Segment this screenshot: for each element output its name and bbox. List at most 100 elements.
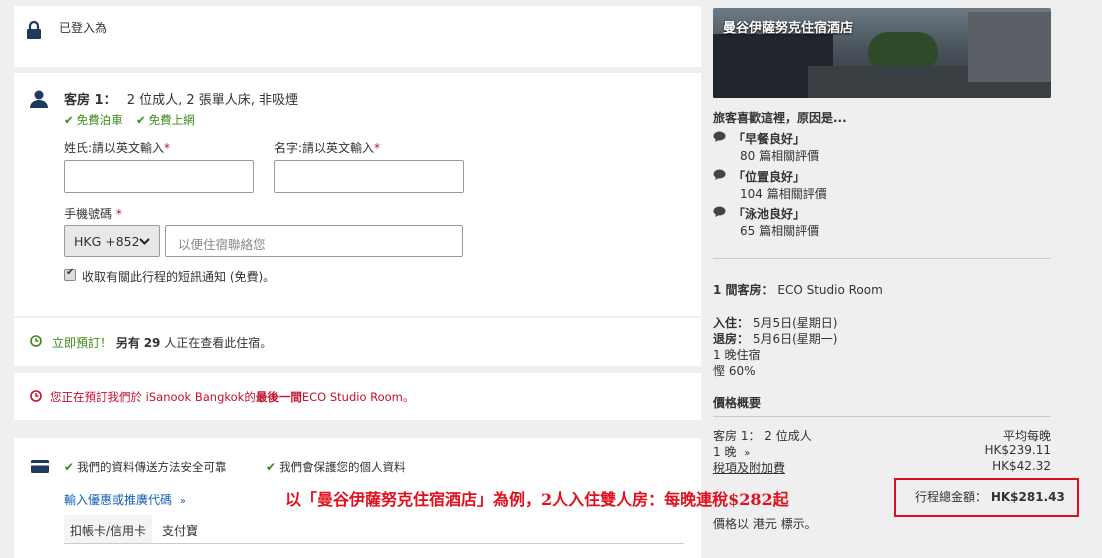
total-label: 行程總金額： [915,490,988,504]
user-icon [30,90,48,111]
phone-placeholder: 以便住宿聯絡您 [178,237,266,252]
room-guests: 客房 1： 2 位成人 [713,429,812,443]
required-mark: * [115,207,122,221]
total-row: 行程總金額： HK$281.43 [915,488,1065,505]
check-icon: ✔ [136,113,146,127]
book-now-label: 立即預訂！ [52,336,113,350]
perk-wifi-label: 免費上網 [148,113,195,127]
first-name-input[interactable] [274,160,464,193]
total-price: HK$281.43 [990,490,1065,504]
warning-text: 您正在預訂我們於 iSanook Bangkok的最後一間ECO Studio … [50,389,414,405]
checkin-row: 入住： 5月5日(星期日) [713,314,837,331]
speech-bubble-icon [713,206,726,221]
nightly-price: HK$239.11 [984,443,1051,457]
clock-icon [30,390,42,405]
country-code-value: HKG +852 [74,234,140,249]
discount-badge: 慳 60% [713,364,756,378]
urgency-card: 立即預訂！ 另有 29 人正在查看此住宿。 [14,318,701,366]
checkout-label: 退房： [713,332,750,346]
first-name-label-text: 名字:請以英文輸入 [274,141,375,155]
room-title-desc: 2 位成人, 2 張單人床, 非吸煙 [126,93,299,108]
promo-code-label: 輸入優惠或推廣代碼 [64,493,173,507]
last-room-warning-card: 您正在預訂我們於 iSanook Bangkok的最後一間ECO Studio … [14,373,701,420]
room-guest-card: 客房 1： 2 位成人, 2 張單人床, 非吸煙 ✔ 免費泊車 ✔ 免費上網 姓氏:… [14,73,701,316]
viewers-suffix: 人正在查看此住宿。 [164,336,273,350]
chevron-double-down-icon: » [179,496,186,507]
phone-label-text: 手機號碼 [64,207,113,221]
phone-label: 手機號碼 * [64,205,122,222]
lock-icon [26,20,42,43]
perk-parking-label: 免費泊車 [76,113,123,127]
chevron-double-down-icon: » [744,448,751,459]
speech-bubble-icon [713,131,726,146]
tab-alipay[interactable]: 支付寶 [152,515,212,543]
checkin-date: 5月5日(星期日) [752,316,838,330]
tab-card-label: 扣帳卡/信用卡 [70,524,147,538]
phone-input[interactable]: 以便住宿聯絡您 [165,225,463,257]
nights-link-label: 1 晚 [713,445,737,459]
currency-note: 價格以 港元 標示。 [713,517,817,531]
warning-bold: 最後一間 [255,390,302,404]
price-overview-title: 價格概要 [713,396,762,410]
room-title: 客房 1： 2 位成人, 2 張單人床, 非吸煙 [64,89,298,108]
hotel-name: 曼谷伊薩努克住宿酒店 [723,21,854,36]
divider [713,416,1051,417]
warning-prefix: 您正在預訂我們於 iSanook Bangkok的 [50,390,256,404]
building-right-shape [968,12,1051,82]
taxes-price: HK$42.32 [992,459,1051,473]
sms-label: 收取有關此行程的短訊通知 (免費)。 [82,270,276,284]
checkout-date: 5月6日(星期一) [752,332,838,346]
check-icon: ✔ [266,460,277,474]
annotation-text: 以「曼谷伊薩努克住宿酒店」為例，2人入住雙人房：每晚連稅$282起 [285,490,789,509]
country-code-select[interactable]: HKG +852 [64,225,160,257]
tab-alipay-label: 支付寶 [162,524,199,538]
viewers-count: 29 [143,336,161,350]
perk-wifi: ✔ 免費上網 [136,112,195,128]
room-summary: 1 間客房： ECO Studio Room [713,281,883,298]
reason-title-location: 「位置良好」 [733,170,806,184]
last-name-label: 姓氏:請以英文輸入* [64,139,170,156]
taxes-link[interactable]: 稅項及附加費 [713,459,785,476]
privacy-protection-label: 我們會保護您的個人資料 [279,460,406,474]
secure-transfer: ✔ 我們的資料傳送方法安全可靠 [64,459,227,475]
reason-count-location: 104 篇相關評價 [740,187,827,201]
viewers-prefix: 另有 [115,336,140,350]
clock-icon [30,335,42,350]
reason-title-breakfast: 「早餐良好」 [733,132,806,146]
room-title-prefix: 客房 1： [64,93,117,108]
speech-bubble-icon [713,169,726,184]
urgency-text: 立即預訂！ 另有 29 人正在查看此住宿。 [52,334,272,351]
hotel-image: 曼谷伊薩努克住宿酒店 [713,8,1051,98]
room-name: ECO Studio Room [777,283,883,297]
chevron-down-icon [139,235,150,249]
login-card: 已登入為 [14,6,701,67]
perk-parking: ✔ 免費泊車 [64,112,123,128]
rooms-count-label: 1 間客房： [713,283,774,297]
nights-count: 1 晚住宿 [713,348,761,362]
logged-in-label: 已登入為 [59,21,108,35]
required-mark: * [164,141,171,155]
first-name-label: 名字:請以英文輸入* [274,139,380,156]
check-icon: ✔ [64,113,74,127]
warning-suffix: ECO Studio Room。 [301,390,415,404]
tab-underline [64,543,684,544]
credit-card-icon [31,460,49,476]
checkmark-icon: ✔ [66,267,75,278]
tab-card[interactable]: 扣帳卡/信用卡 [64,515,152,543]
reason-count-pool: 65 篇相關評價 [740,224,820,238]
divider [713,258,1051,259]
sms-checkbox[interactable]: ✔ [64,267,76,281]
secure-transfer-label: 我們的資料傳送方法安全可靠 [77,460,227,474]
check-icon: ✔ [64,460,75,474]
checkin-label: 入住： [713,316,750,330]
last-name-label-text: 姓氏:請以英文輸入 [64,141,165,155]
last-name-input[interactable] [64,160,254,193]
required-mark: * [374,141,381,155]
nights-link[interactable]: 1 晚 » [713,443,750,460]
avg-nightly-label: 平均每晚 [1002,429,1051,443]
checkout-row: 退房： 5月6日(星期一) [713,330,837,347]
why-guests-title: 旅客喜歡這裡，原因是... [713,111,847,125]
reason-count-breakfast: 80 篇相關評價 [740,149,820,163]
reason-title-pool: 「泳池良好」 [733,207,806,221]
promo-code-link[interactable]: 輸入優惠或推廣代碼 » [64,491,186,508]
